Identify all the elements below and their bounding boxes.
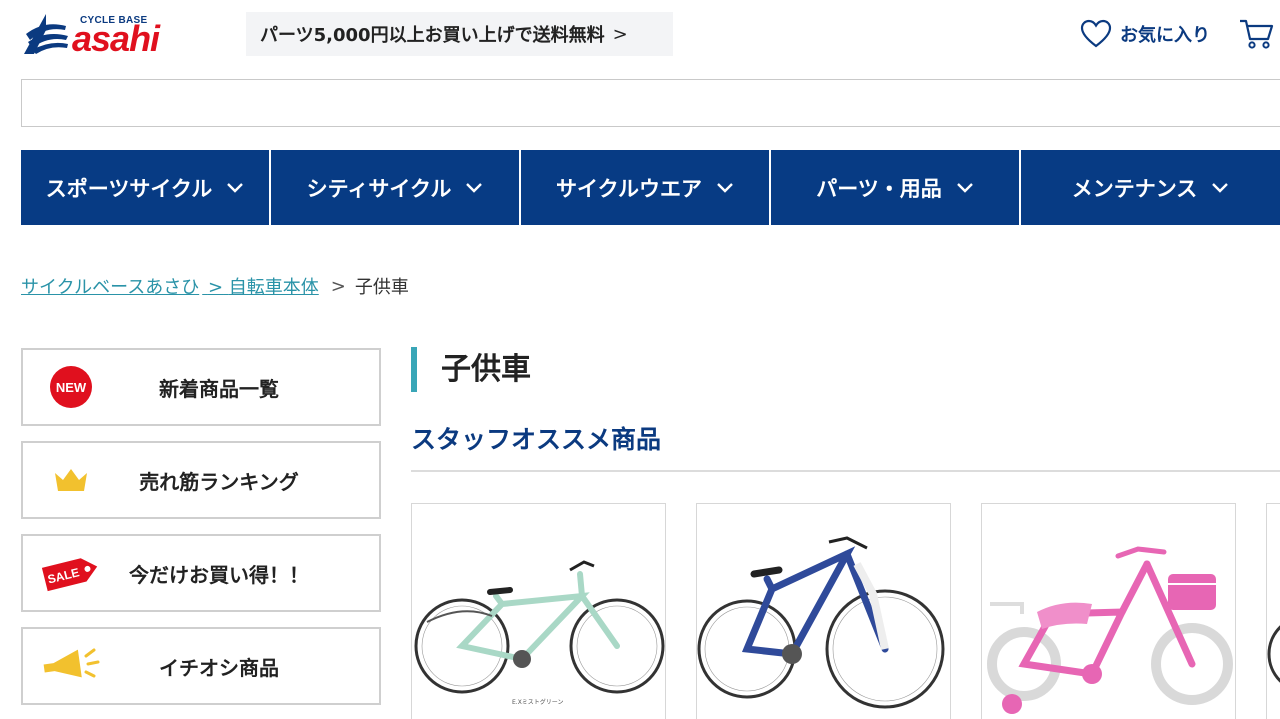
cart-icon [1240,19,1274,49]
nav-city-cycle[interactable]: シティサイクル [271,150,519,225]
breadcrumb-home-link[interactable]: サイクルベースあさひ [21,273,199,299]
sale-tag-icon: SALE [23,536,119,610]
sidebar-item-label: 今だけお買い得！！ [129,562,309,587]
cart-button[interactable] [1238,17,1274,51]
chevron-down-icon [227,182,244,193]
new-badge-text: NEW [56,380,87,395]
chevron-down-icon [717,182,733,193]
nav-label: パーツ・用品 [816,176,942,201]
product-image [987,546,1233,714]
nav-parts-goods[interactable]: パーツ・用品 [771,150,1019,225]
search-input[interactable] [21,79,1280,127]
sidebar-item-label: イチオシ商品 [159,655,279,680]
breadcrumb: サイクルベースあさひ > 自転車本体 > 子供車 [21,273,409,299]
free-shipping-banner[interactable]: パーツ5,000円以上お買い上げで送料無料 > [246,12,673,56]
breadcrumb-sep-glyph: > [207,277,224,298]
nav-label: メンテナンス [1071,176,1198,201]
sidebar-item-label: 新着商品一覧 [159,376,279,401]
sidebar-item-recommended[interactable]: イチオシ商品 [21,627,381,705]
product-color-caption: E.Xミストグリーン [512,699,564,706]
section-title: スタッフオススメ商品 [411,425,662,454]
breadcrumb-separator: > [330,275,346,297]
page-title: 子供車 [411,347,531,392]
crown-icon [23,443,119,517]
nav-label: シティサイクル [306,176,452,201]
chevron-down-icon [466,182,483,193]
sidebar-item-ranking[interactable]: 売れ筋ランキング [21,441,381,519]
megaphone-icon [23,629,119,703]
chevron-down-icon [1212,182,1229,193]
product-card[interactable] [696,503,951,719]
breadcrumb-parent-link[interactable]: 自転車本体 [229,277,319,298]
sidebar-item-new-arrivals[interactable]: NEW 新着商品一覧 [21,348,381,426]
product-card-partial[interactable] [1266,503,1280,719]
nav-label: サイクルウエア [556,176,702,201]
nav-sports-cycle[interactable]: スポーツサイクル [21,150,269,225]
section-divider [411,470,1280,472]
nav-label: スポーツサイクル [45,176,213,201]
sidebar-item-label: 売れ筋ランキング [139,469,299,494]
heart-icon [1080,19,1112,48]
breadcrumb-current: 子供車 [354,277,409,298]
main-nav: スポーツサイクル シティサイクル サイクルウエア パーツ・用品 メンテナンス [21,150,1280,225]
product-image [414,560,665,694]
product-card[interactable] [981,503,1236,719]
logo-wordmark: asahi [72,18,160,59]
promo-arrow: > [612,23,628,45]
favorites-label: お気に入り [1120,25,1210,46]
site-logo[interactable]: CYCLE BASE asahi [22,11,202,57]
new-badge-icon: NEW [23,350,119,424]
nav-cycle-wear[interactable]: サイクルウエア [521,150,769,225]
sidebar-item-sale[interactable]: SALE 今だけお買い得！！ [21,534,381,612]
promo-text: パーツ5,000円以上お買い上げで送料無料 [260,25,605,46]
product-card[interactable]: E.Xミストグリーン [411,503,666,719]
product-image [1267,625,1280,683]
chevron-down-icon [956,182,973,193]
logo-mark-icon [24,14,68,54]
product-image [697,536,945,709]
breadcrumb-separator[interactable]: > 自転車本体 [202,273,319,299]
favorites-link[interactable]: お気に入り [1080,18,1210,50]
nav-maintenance[interactable]: メンテナンス [1021,150,1280,225]
